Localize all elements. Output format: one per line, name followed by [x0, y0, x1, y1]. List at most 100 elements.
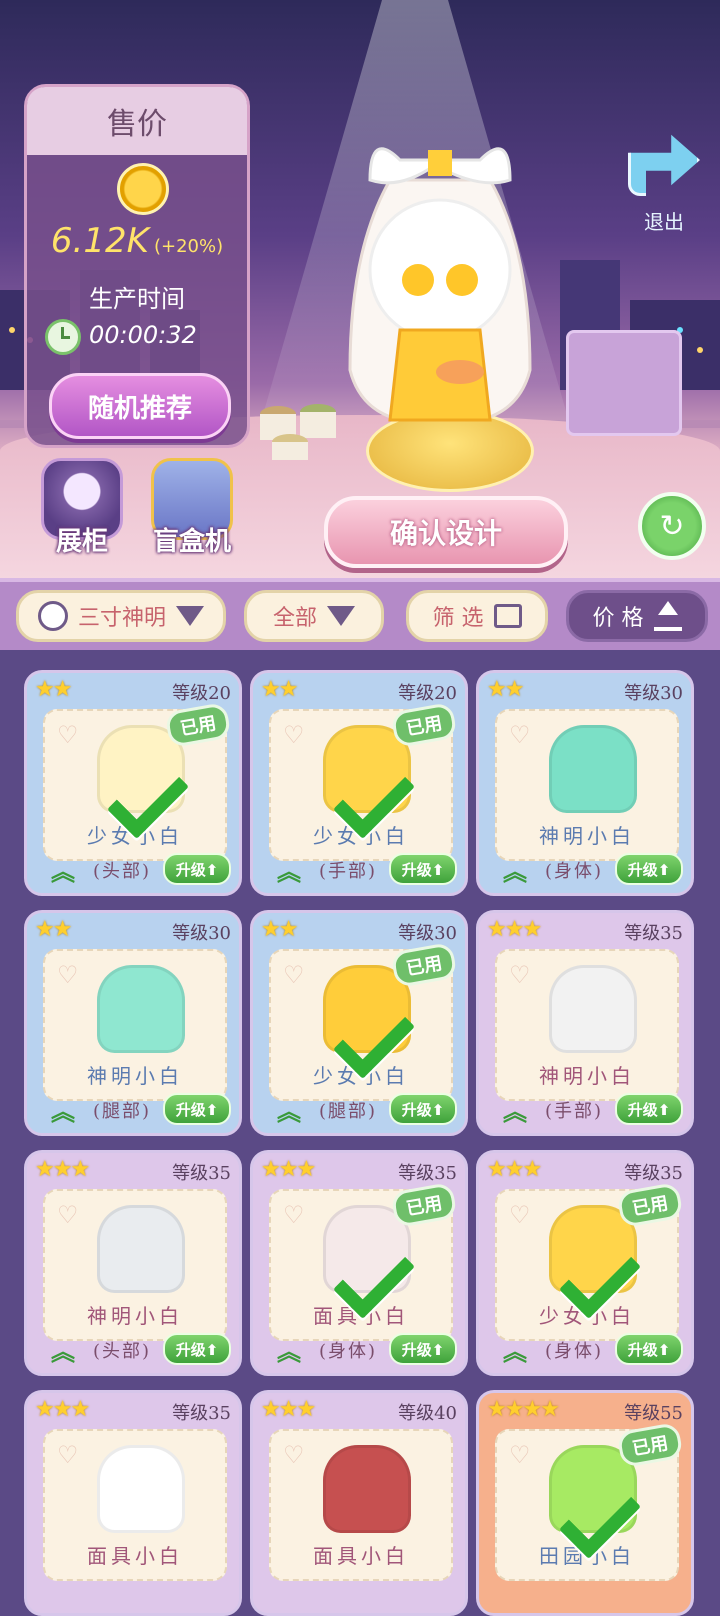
- confirm-design-button[interactable]: 确认设计: [324, 496, 568, 568]
- favorite-heart-icon[interactable]: ♡: [283, 961, 305, 989]
- rarity-stars: ★★★★: [487, 1397, 560, 1422]
- upgrade-button[interactable]: 升级⬆: [615, 1333, 683, 1365]
- showcase-button[interactable]: 展柜: [40, 458, 124, 558]
- filter-box-icon: [493, 604, 522, 628]
- rarity-stars: ★★★: [35, 1397, 90, 1422]
- screen-filter-button[interactable]: 筛 选: [406, 590, 548, 642]
- level-up-chevron-icon: ︽: [277, 1098, 301, 1126]
- price-bonus: (+20%): [153, 236, 224, 257]
- upgrade-button[interactable]: 升级⬆: [389, 853, 457, 885]
- item-level: 等级35: [624, 923, 683, 944]
- item-level: 等级20: [398, 683, 457, 704]
- item-card[interactable]: ★★ 等级20 ♡ 少女小白 已用 ︽ (头部) 升级⬆: [24, 670, 242, 896]
- character-filter-dropdown[interactable]: 三寸神明: [16, 590, 226, 642]
- rarity-stars: ★★: [35, 677, 72, 702]
- upgrade-button[interactable]: 升级⬆: [389, 1093, 457, 1125]
- exit-button[interactable]: 退出: [628, 124, 700, 234]
- upgrade-button[interactable]: 升级⬆: [163, 1333, 231, 1365]
- blind-box-label: 盲盒机: [152, 527, 231, 557]
- item-preview: ♡ 神明小白: [495, 709, 679, 861]
- favorite-heart-icon[interactable]: ♡: [509, 721, 531, 749]
- favorite-heart-icon[interactable]: ♡: [509, 1441, 531, 1469]
- rarity-stars: ★★: [261, 917, 298, 942]
- screen-filter-label: 筛 选: [432, 606, 484, 631]
- rarity-stars: ★★★: [261, 1157, 316, 1182]
- item-art-icon: [97, 965, 185, 1053]
- rarity-stars: ★★★: [35, 1157, 90, 1182]
- price-value: 6.12K: [50, 221, 149, 261]
- rarity-stars: ★★★: [487, 917, 542, 942]
- item-art-icon: [549, 725, 637, 813]
- item-level: 等级20: [172, 683, 231, 704]
- item-card[interactable]: ★★★ 等级35 ♡ 面具小白: [24, 1390, 242, 1616]
- item-card[interactable]: ★★ 等级30 ♡ 神明小白 ︽ (腿部) 升级⬆: [24, 910, 242, 1136]
- item-art-icon: [97, 1205, 185, 1293]
- showcase-label: 展柜: [55, 527, 108, 557]
- random-recommend-button[interactable]: 随机推荐: [49, 373, 231, 439]
- upgrade-button[interactable]: 升级⬆: [163, 1093, 231, 1125]
- level-up-chevron-icon: ︽: [277, 858, 301, 886]
- blind-box-machine-button[interactable]: 盲盒机: [150, 458, 234, 558]
- item-level: 等级35: [624, 1163, 683, 1184]
- price-panel: 售价 6.12K (+20%) 生产时间 00:00:32 随机推荐: [24, 84, 250, 448]
- favorite-heart-icon[interactable]: ♡: [283, 1441, 305, 1469]
- item-name: 神明小白: [87, 1064, 183, 1088]
- favorite-heart-icon[interactable]: ♡: [57, 1201, 79, 1229]
- item-name: 神明小白: [539, 824, 635, 848]
- rarity-stars: ★★: [487, 677, 524, 702]
- item-card[interactable]: ★★★★ 等级55 ♡ 田园小白 已用: [476, 1390, 694, 1616]
- refresh-button[interactable]: ↻: [638, 492, 706, 560]
- item-level: 等级40: [398, 1403, 457, 1424]
- item-level: 等级30: [172, 923, 231, 944]
- level-up-chevron-icon: ︽: [51, 1338, 75, 1366]
- favorite-heart-icon[interactable]: ♡: [283, 721, 305, 749]
- item-level: 等级30: [398, 923, 457, 944]
- upgrade-button[interactable]: 升级⬆: [615, 1093, 683, 1125]
- item-preview: ♡ 神明小白: [43, 949, 227, 1101]
- character-face-icon: [37, 601, 68, 631]
- favorite-heart-icon[interactable]: ♡: [509, 961, 531, 989]
- item-card[interactable]: ★★★ 等级35 ♡ 少女小白 已用 ︽ (身体) 升级⬆: [476, 1150, 694, 1376]
- item-preview: ♡ 面具小白: [269, 1429, 453, 1581]
- favorite-heart-icon[interactable]: ♡: [57, 721, 79, 749]
- level-up-chevron-icon: ︽: [51, 1098, 75, 1126]
- favorite-heart-icon[interactable]: ♡: [57, 961, 79, 989]
- item-slot: (手部): [319, 861, 378, 882]
- doll-character[interactable]: [330, 120, 550, 480]
- level-up-chevron-icon: ︽: [503, 858, 527, 886]
- refresh-icon: ↻: [659, 508, 685, 544]
- item-slot: (头部): [93, 861, 152, 882]
- item-slot: (头部): [93, 1341, 152, 1362]
- item-grid: ★★ 等级20 ♡ 少女小白 已用 ︽ (头部) 升级⬆ ★★ 等级20 ♡ 少女小白 已用 ︽ (手部) 升…: [0, 650, 720, 1616]
- price-title: 售价: [27, 87, 247, 155]
- item-art-icon: [97, 1445, 185, 1533]
- upgrade-button[interactable]: 升级⬆: [615, 853, 683, 885]
- level-up-chevron-icon: ︽: [503, 1338, 527, 1366]
- item-level: 等级35: [398, 1163, 457, 1184]
- item-level: 等级35: [172, 1163, 231, 1184]
- item-card[interactable]: ★★ 等级20 ♡ 少女小白 已用 ︽ (手部) 升级⬆: [250, 670, 468, 896]
- item-card[interactable]: ★★★ 等级40 ♡ 面具小白: [250, 1390, 468, 1616]
- rarity-stars: ★★★: [261, 1397, 316, 1422]
- item-level: 等级35: [172, 1403, 231, 1424]
- production-time-label: 生产时间: [89, 285, 185, 313]
- item-card[interactable]: ★★ 等级30 ♡ 神明小白 ︽ (身体) 升级⬆: [476, 670, 694, 896]
- rarity-stars: ★★: [35, 917, 72, 942]
- price-sort-button[interactable]: 价 格: [566, 590, 708, 642]
- upgrade-button[interactable]: 升级⬆: [389, 1333, 457, 1365]
- favorite-heart-icon[interactable]: ♡: [283, 1201, 305, 1229]
- item-card[interactable]: ★★★ 等级35 ♡ 面具小白 已用 ︽ (身体) 升级⬆: [250, 1150, 468, 1376]
- item-card[interactable]: ★★★ 等级35 ♡ 神明小白 ︽ (头部) 升级⬆: [24, 1150, 242, 1376]
- level-up-chevron-icon: ︽: [503, 1098, 527, 1126]
- item-preview: ♡ 神明小白: [495, 949, 679, 1101]
- level-up-chevron-icon: ︽: [277, 1338, 301, 1366]
- upgrade-button[interactable]: 升级⬆: [163, 853, 231, 885]
- item-card[interactable]: ★★★ 等级35 ♡ 神明小白 ︽ (手部) 升级⬆: [476, 910, 694, 1136]
- favorite-heart-icon[interactable]: ♡: [509, 1201, 531, 1229]
- favorite-heart-icon[interactable]: ♡: [57, 1441, 79, 1469]
- filter-bar: 三寸神明 全部 筛 选 价 格: [0, 578, 720, 654]
- item-slot: (腿部): [319, 1101, 378, 1122]
- category-filter-dropdown[interactable]: 全部: [244, 590, 384, 642]
- item-card[interactable]: ★★ 等级30 ♡ 少女小白 已用 ︽ (腿部) 升级⬆: [250, 910, 468, 1136]
- level-up-chevron-icon: ︽: [51, 858, 75, 886]
